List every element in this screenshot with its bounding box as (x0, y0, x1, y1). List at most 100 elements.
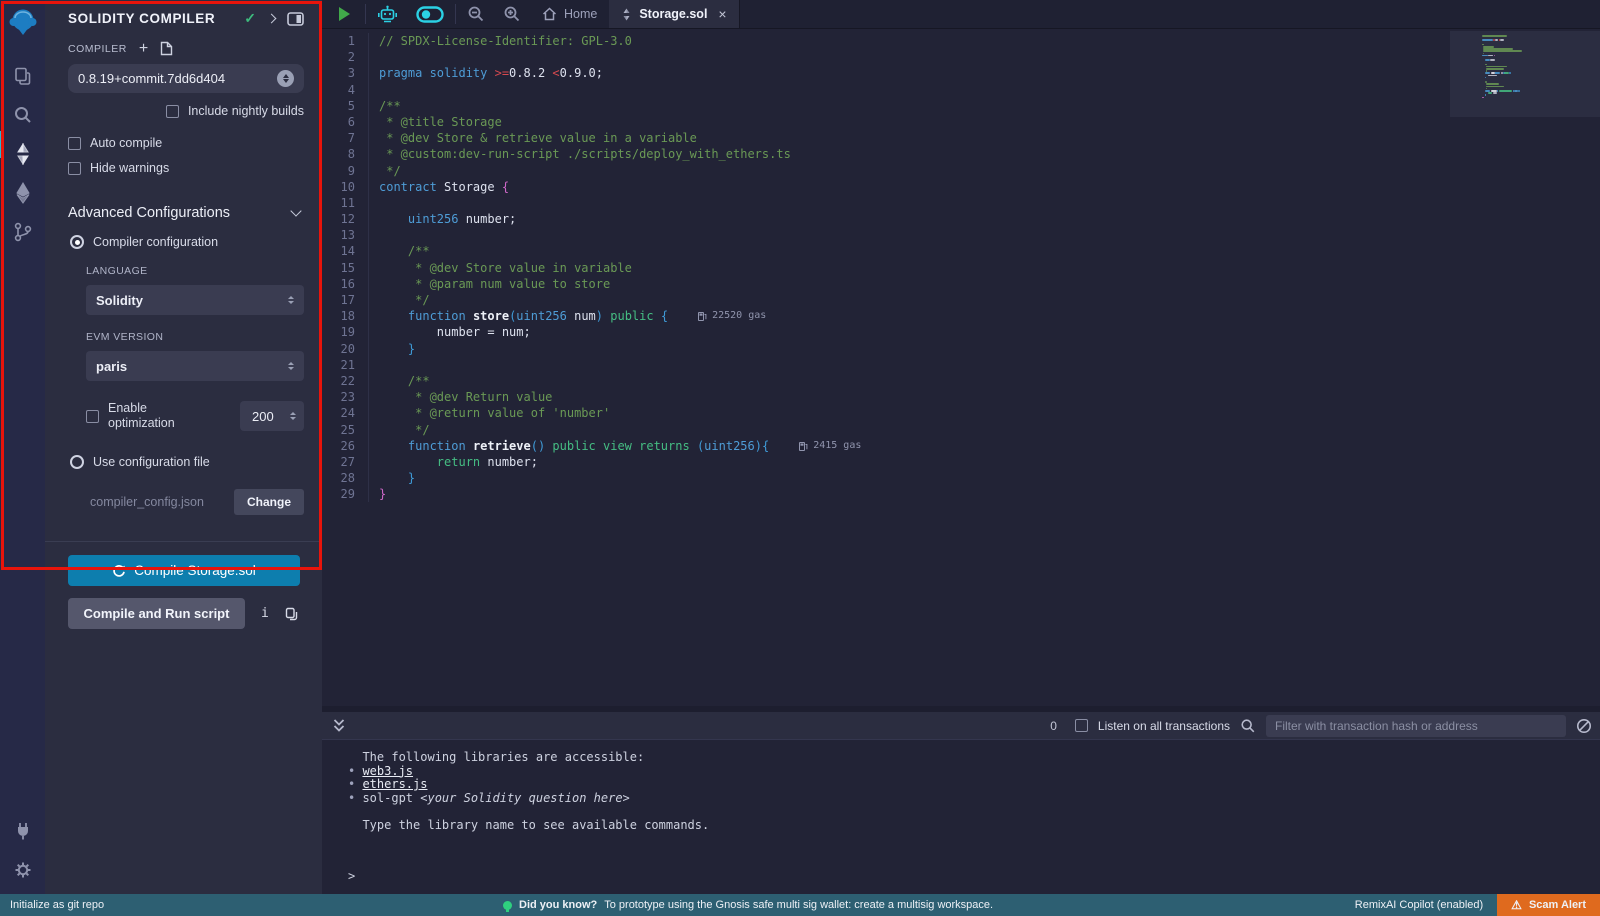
hide-warnings-checkbox[interactable] (68, 162, 81, 175)
code-line[interactable]: 2 (322, 49, 1450, 65)
fuel-icon (698, 311, 707, 321)
scam-alert-badge[interactable]: ⚠ Scam Alert (1497, 894, 1600, 916)
clear-console-icon[interactable] (1576, 718, 1592, 734)
code-line[interactable]: 6 * @title Storage (322, 114, 1450, 130)
code-line[interactable]: 27 return number; (322, 454, 1450, 470)
compile-and-run-button[interactable]: Compile and Run script (68, 598, 245, 629)
code-line[interactable]: 3pragma solidity >=0.8.2 <0.9.0; (322, 65, 1450, 81)
chevron-right-icon[interactable] (267, 14, 277, 24)
version-stepper-icon[interactable] (277, 70, 294, 87)
line-number: 4 (322, 82, 368, 98)
code-line[interactable]: 26 function retrieve() public view retur… (322, 438, 1450, 454)
code-line[interactable]: 13 (322, 227, 1450, 243)
code-line[interactable]: 10contract Storage { (322, 179, 1450, 195)
code-line[interactable]: 9 */ (322, 163, 1450, 179)
git-init-status[interactable]: Initialize as git repo (10, 899, 104, 911)
zoom-in-icon[interactable] (494, 0, 530, 28)
plugin-manager-icon[interactable] (11, 819, 35, 843)
code-line[interactable]: 12 uint256 number; (322, 211, 1450, 227)
evm-version-label: EVM VERSION (86, 331, 304, 343)
code-line[interactable]: 20 } (322, 341, 1450, 357)
git-icon[interactable] (11, 220, 35, 244)
solidity-compiler-icon[interactable] (11, 142, 35, 166)
listen-transactions-label: Listen on all transactions (1098, 719, 1230, 733)
line-number: 21 (322, 357, 368, 373)
terminal-search-icon[interactable] (1240, 718, 1256, 734)
nightly-builds-checkbox[interactable] (166, 105, 179, 118)
compile-button[interactable]: Compile Storage.sol (68, 555, 300, 586)
add-compiler-icon[interactable]: + (139, 44, 148, 54)
enable-optimization-checkbox[interactable] (86, 410, 99, 423)
tab-home[interactable]: Home (530, 0, 609, 28)
close-tab-icon[interactable]: × (718, 6, 726, 22)
code-line[interactable]: 29} (322, 486, 1450, 502)
code-line[interactable]: 25 */ (322, 422, 1450, 438)
code-line[interactable]: 24 * @return value of 'number' (322, 405, 1450, 421)
chevron-down-icon[interactable] (290, 205, 301, 216)
transaction-filter-input[interactable] (1266, 715, 1566, 737)
zoom-out-icon[interactable] (458, 0, 494, 28)
settings-gear-icon[interactable] (11, 858, 35, 882)
line-number: 28 (322, 470, 368, 486)
listen-transactions-checkbox[interactable] (1075, 719, 1088, 732)
copilot-status: RemixAI Copilot (enabled) (1355, 899, 1483, 911)
advanced-configurations-heading[interactable]: Advanced Configurations (68, 205, 292, 221)
search-icon[interactable] (11, 103, 35, 127)
ai-copilot-robot-icon[interactable] (368, 0, 407, 28)
code-line[interactable]: 18 function store(uint256 num) public {2… (322, 308, 1450, 324)
remix-logo-icon[interactable] (6, 5, 40, 39)
terminal-prompt[interactable]: > (348, 870, 1580, 888)
change-config-button[interactable]: Change (234, 489, 304, 515)
tab-bar: Home Storage.sol × (322, 0, 1600, 29)
code-line[interactable]: 4 (322, 82, 1450, 98)
info-icon[interactable]: i (261, 606, 269, 621)
language-value: Solidity (96, 293, 288, 308)
main-row: SOLIDITY COMPILER ✓ COMPILER + (0, 0, 1600, 894)
library-link[interactable]: ethers.js (362, 777, 427, 791)
code-line[interactable]: 5/** (322, 98, 1450, 114)
compiler-configuration-radio[interactable] (70, 235, 84, 249)
tab-storage-sol[interactable]: Storage.sol × (609, 0, 739, 28)
minimap-slider[interactable] (1450, 31, 1600, 117)
collapse-terminal-icon[interactable] (332, 718, 346, 733)
code-line[interactable]: 11 (322, 195, 1450, 211)
code-line[interactable]: 28 } (322, 470, 1450, 486)
code-line[interactable]: 23 * @dev Return value (322, 389, 1450, 405)
code-line[interactable]: 16 * @param num value to store (322, 276, 1450, 292)
file-explorer-icon[interactable] (11, 64, 35, 88)
line-number: 27 (322, 454, 368, 470)
pin-panel-icon[interactable] (287, 12, 304, 26)
code-line[interactable]: 22 /** (322, 373, 1450, 389)
remix-ide: SOLIDITY COMPILER ✓ COMPILER + (0, 0, 1600, 916)
code-line[interactable]: 21 (322, 357, 1450, 373)
run-script-button[interactable] (322, 0, 363, 28)
auto-compile-checkbox[interactable] (68, 137, 81, 150)
language-select[interactable]: Solidity (86, 285, 304, 315)
code-line[interactable]: 8 * @custom:dev-run-script ./scripts/dep… (322, 146, 1450, 162)
optimization-runs-input[interactable]: 200 (240, 401, 304, 431)
code-line[interactable]: 14 /** (322, 243, 1450, 259)
code-line[interactable]: 19 number = num; (322, 324, 1450, 340)
terminal-output: The following libraries are accessible:•… (322, 740, 1600, 894)
library-link[interactable]: web3.js (362, 764, 413, 778)
compiler-version-select[interactable]: 0.8.19+commit.7dd6d404 (68, 64, 304, 93)
code-editor[interactable]: 1// SPDX-License-Identifier: GPL-3.023pr… (322, 29, 1600, 706)
evm-version-select[interactable]: paris (86, 351, 304, 381)
solidity-compiler-panel: SOLIDITY COMPILER ✓ COMPILER + (45, 0, 322, 894)
use-configuration-file-radio[interactable] (70, 455, 84, 469)
copy-icon[interactable] (285, 607, 298, 621)
line-number: 26 (322, 438, 368, 454)
code-line[interactable]: 1// SPDX-License-Identifier: GPL-3.0 (322, 33, 1450, 49)
play-icon (339, 7, 350, 21)
line-number: 11 (322, 195, 368, 211)
code-line[interactable]: 15 * @dev Store value in variable (322, 260, 1450, 276)
deploy-run-icon[interactable] (11, 181, 35, 205)
copilot-toggle[interactable] (407, 0, 453, 28)
compiler-configuration-label: Compiler configuration (93, 235, 218, 249)
runs-stepper-icon[interactable] (290, 412, 296, 420)
code-line[interactable]: 17 */ (322, 292, 1450, 308)
line-number: 1 (322, 33, 368, 49)
open-file-icon[interactable] (160, 41, 173, 56)
minimap[interactable] (1450, 29, 1600, 706)
code-line[interactable]: 7 * @dev Store & retrieve value in a var… (322, 130, 1450, 146)
